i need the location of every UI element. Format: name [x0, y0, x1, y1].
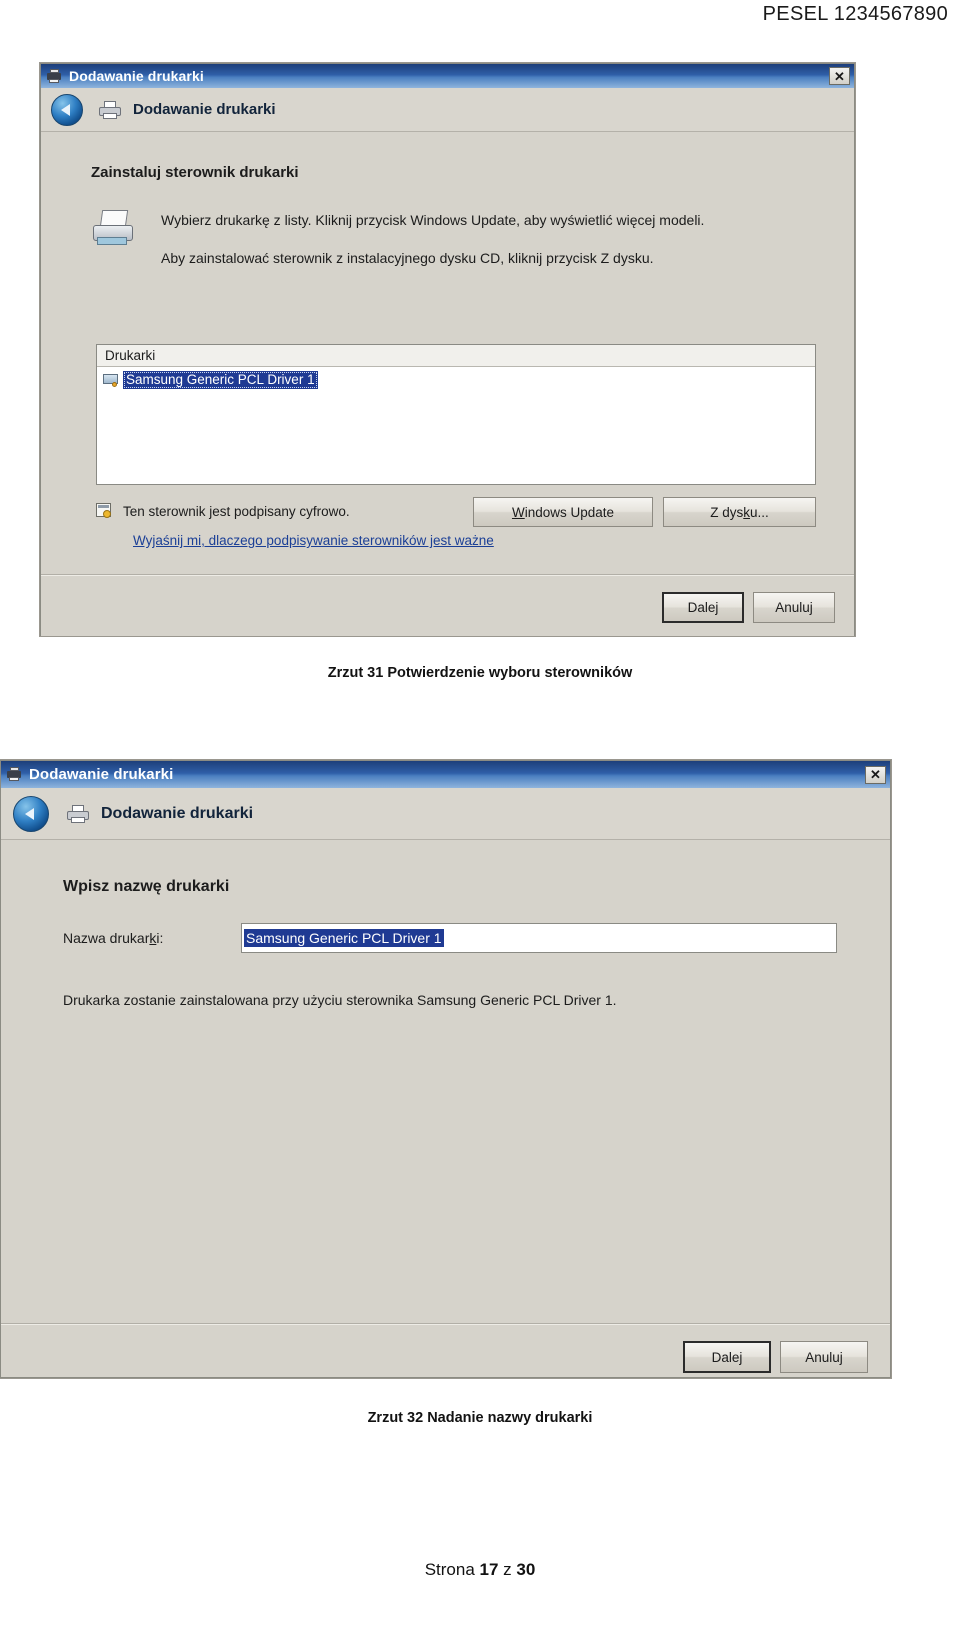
footer-separator — [1, 1323, 890, 1325]
add-printer-dialog-driver: Dodawanie drukarki ✕ Dodawanie drukarki … — [40, 63, 855, 636]
next-label: Dalej — [712, 1350, 743, 1365]
windows-update-accel: W — [511, 504, 525, 520]
driver-signed-row: Ten sterownik jest podpisany cyfrowo. — [96, 503, 350, 519]
next-pre: Dale — [687, 600, 716, 615]
page-footer-prefix: Strona — [424, 1560, 480, 1579]
footer-separator — [41, 574, 854, 576]
document-header: PESEL 1234567890 — [0, 0, 960, 30]
dialog2-description: Drukarka zostanie zainstalowana przy uży… — [63, 992, 617, 1008]
next-label: Dalej — [688, 600, 719, 615]
dialog1-titlebar: Dodawanie drukarki ✕ — [41, 64, 854, 88]
dialog2-nav-title: Dodawanie drukarki — [101, 804, 254, 822]
dialog1-text-line1: Wybierz drukarkę z listy. Kliknij przyci… — [161, 212, 705, 228]
dialog1-heading: Zainstaluj sterownik drukarki — [91, 164, 299, 181]
caption-figure-31: Zrzut 31 Potwierdzenie wyboru sterownikó… — [327, 665, 633, 681]
printer-icon — [67, 804, 89, 824]
dialog1-text-line2: Aby zainstalować sterownik z instalacyjn… — [161, 250, 654, 266]
cancel-button[interactable]: Anuluj — [780, 1341, 868, 1373]
page-footer-middle: z — [498, 1560, 517, 1579]
close-icon[interactable]: ✕ — [865, 765, 886, 784]
next-accel: j — [715, 600, 719, 615]
page-footer: Strona 17 z 30 — [0, 1560, 960, 1580]
close-icon[interactable]: ✕ — [829, 67, 850, 85]
add-printer-dialog-name: Dodawanie drukarki ✕ Dodawanie drukarki … — [0, 760, 891, 1378]
from-disk-pre: Z dys — [710, 504, 744, 520]
dialog2-content: Wpisz nazwę drukarki Nazwa drukarki: Sam… — [1, 840, 890, 1377]
next-button[interactable]: Dalej — [683, 1341, 771, 1373]
windows-update-rest: indows Update — [524, 504, 615, 520]
dialog2-title: Dodawanie drukarki — [29, 766, 174, 783]
from-disk-button[interactable]: Z dysku... — [663, 497, 816, 527]
caption-figure-32: Zrzut 32 Nadanie nazwy drukarki — [367, 1410, 593, 1426]
listbox-column-header: Drukarki — [97, 345, 815, 367]
windows-update-label: Windows Update — [512, 505, 614, 520]
page-number: 17 — [479, 1560, 499, 1579]
printer-driver-icon — [103, 373, 119, 387]
printers-listbox[interactable]: Drukarki Samsung Generic PCL Driver 1 — [96, 344, 816, 485]
pesel-header-text: PESEL 1234567890 — [762, 3, 948, 25]
printer-icon — [6, 767, 23, 782]
list-item-label: Samsung Generic PCL Driver 1 — [123, 371, 318, 389]
dialog2-titlebar: Dodawanie drukarki ✕ — [1, 761, 890, 788]
next-pre: Dale — [711, 1349, 740, 1365]
back-arrow-icon[interactable] — [51, 93, 83, 126]
windows-update-button[interactable]: Windows Update — [473, 497, 653, 527]
list-item[interactable]: Samsung Generic PCL Driver 1 — [97, 370, 815, 390]
printer-name-label-pre: Nazwa drukar — [63, 930, 150, 946]
dialog1-nav-title: Dodawanie drukarki — [133, 101, 276, 118]
next-button[interactable]: Dalej — [662, 592, 744, 623]
dialog1-content: Zainstaluj sterownik drukarki Wybierz dr… — [41, 132, 854, 636]
certificate-icon — [96, 503, 114, 519]
dialog2-heading: Wpisz nazwę drukarki — [63, 878, 230, 895]
cancel-label: Anuluj — [775, 600, 813, 615]
printer-illustration-icon — [91, 210, 137, 246]
printer-name-value: Samsung Generic PCL Driver 1 — [244, 929, 444, 947]
driver-signing-link[interactable]: Wyjaśnij mi, dlaczego podpisywanie stero… — [133, 533, 494, 548]
cancel-button[interactable]: Anuluj — [753, 592, 835, 623]
next-accel: j — [739, 1349, 743, 1365]
back-arrow-icon[interactable] — [13, 795, 49, 832]
dialog1-title: Dodawanie drukarki — [69, 68, 204, 84]
printer-name-input[interactable]: Samsung Generic PCL Driver 1 — [241, 923, 837, 953]
from-disk-post: u... — [750, 504, 769, 520]
driver-signed-text: Ten sterownik jest podpisany cyfrowo. — [123, 503, 350, 519]
printer-name-label: Nazwa drukarki: — [63, 930, 163, 946]
page-total: 30 — [516, 1560, 536, 1579]
dialog2-navbar: Dodawanie drukarki — [1, 788, 890, 840]
printer-icon — [46, 68, 63, 84]
printer-icon — [99, 100, 121, 120]
printer-name-label-post: i: — [156, 930, 164, 946]
from-disk-accel: k — [743, 504, 750, 520]
from-disk-label: Z dysku... — [710, 505, 769, 520]
cancel-label: Anuluj — [805, 1349, 843, 1365]
dialog1-navbar: Dodawanie drukarki — [41, 88, 854, 132]
